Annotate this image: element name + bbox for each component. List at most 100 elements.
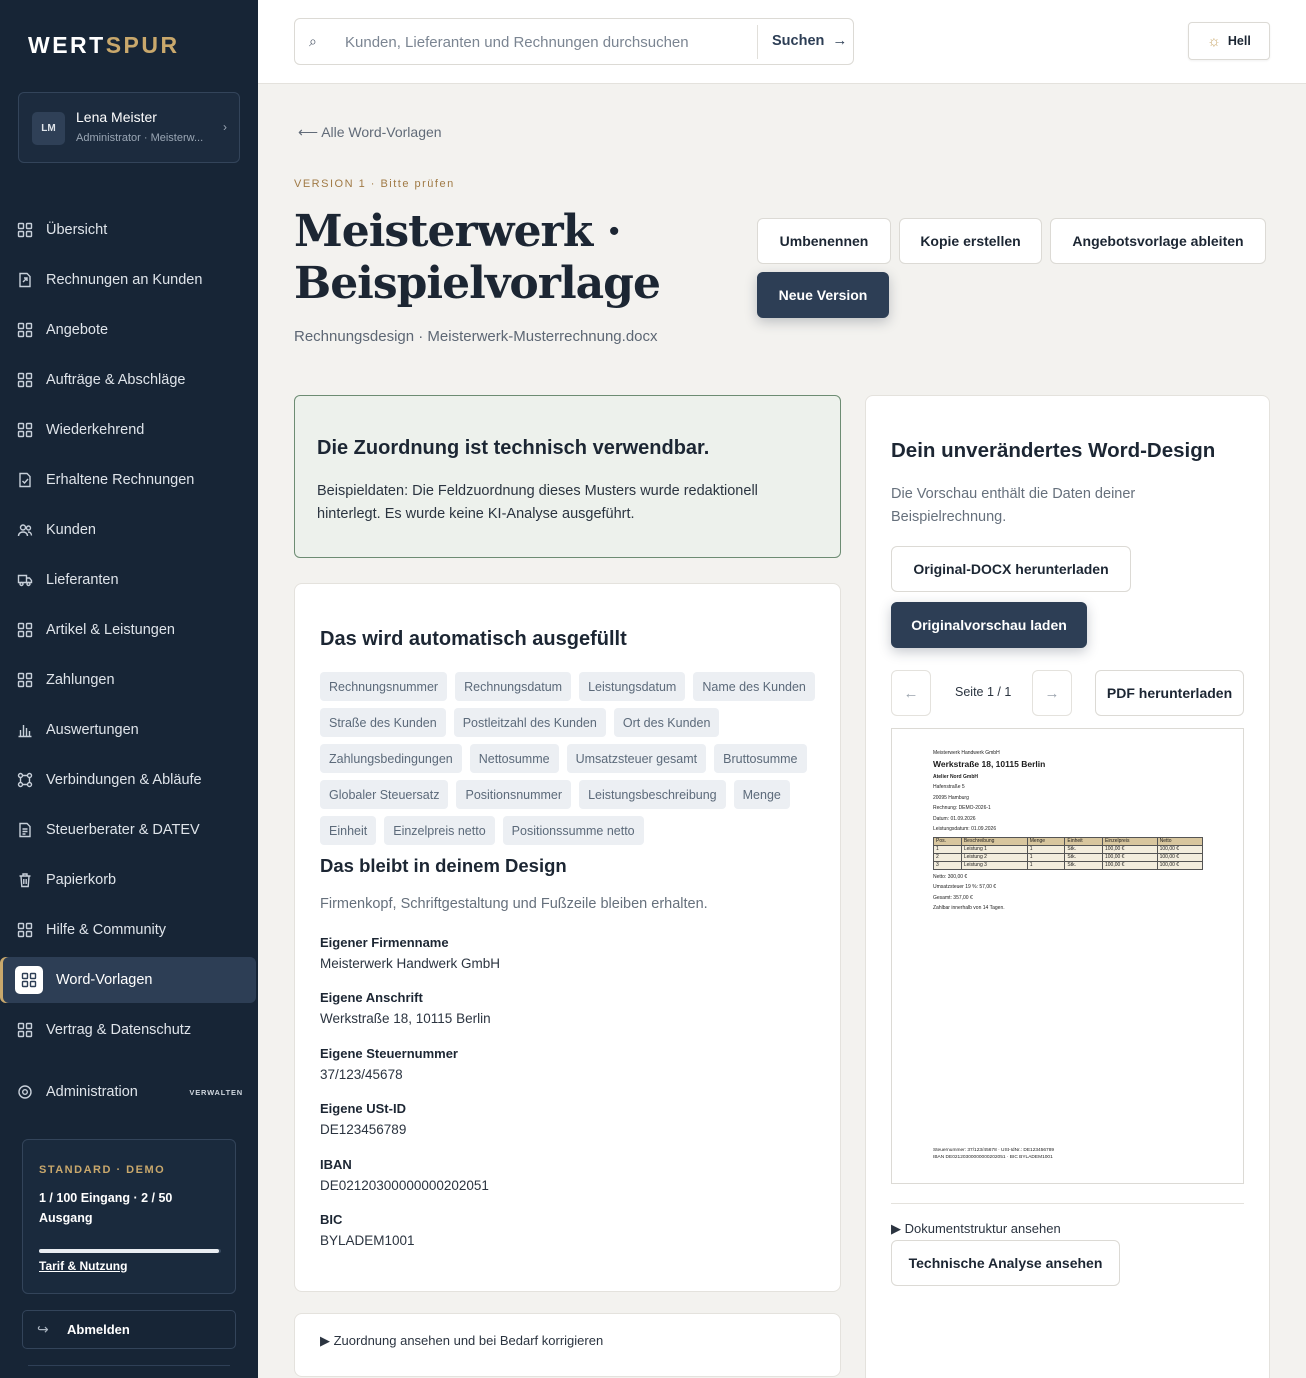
property-label: IBAN xyxy=(320,1157,352,1172)
next-page-button[interactable]: → xyxy=(1032,670,1072,716)
sidebar-item-label: Aufträge & Abschläge xyxy=(46,372,186,388)
field-chip: Nettosumme xyxy=(469,744,559,773)
doc-table-cell: 1 xyxy=(1026,852,1066,862)
notice-title: Die Zuordnung ist technisch verwendbar. xyxy=(317,437,710,459)
preview-title: Dein unverändertes Word-Design xyxy=(891,439,1216,462)
property-label: Eigene Anschrift xyxy=(320,990,423,1005)
sidebar-item-übersicht[interactable]: Übersicht xyxy=(0,210,258,250)
sidebar: WERTSPUR LM Lena Meister Administrator ·… xyxy=(0,0,258,1378)
plan-usage-bar xyxy=(39,1249,221,1253)
doc-recipient: Atelier Nord GmbH xyxy=(933,773,979,780)
plan-title: STANDARD · DEMO xyxy=(39,1164,166,1176)
sidebar-item-wiederkehrend[interactable]: Wiederkehrend xyxy=(0,410,258,450)
sidebar-divider xyxy=(28,1365,230,1366)
doc-table-header: Netto xyxy=(1156,836,1204,846)
sidebar-item-verbindungen-abläufe[interactable]: Verbindungen & Abläufe xyxy=(0,760,258,800)
auto-fill-title: Das wird automatisch ausgefüllt xyxy=(320,628,627,650)
doc-table-cell: 100,00 € xyxy=(1101,844,1158,854)
doc-total: Gesamt: 357,00 € xyxy=(933,894,973,901)
sidebar-item-angebote[interactable]: Angebote xyxy=(0,310,258,350)
field-chip: Postleitzahl des Kunden xyxy=(453,708,606,737)
sidebar-item-label: Administration xyxy=(46,1084,138,1100)
sidebar-item-steuerberater-datev[interactable]: Steuerberater & DATEV xyxy=(0,810,258,850)
technical-analysis-button[interactable]: Technische Analyse ansehen xyxy=(891,1240,1120,1286)
document-preview: Meisterwerk Handwerk GmbH Werkstraße 18,… xyxy=(891,728,1244,1184)
field-chip: Einzelpreis netto xyxy=(384,816,495,845)
sidebar-item-word-vorlagen[interactable]: Word-Vorlagen xyxy=(3,957,256,1003)
doc-table-header: Einheit xyxy=(1064,836,1103,846)
fields-card: Das wird automatisch ausgefüllt Rechnung… xyxy=(294,583,841,1292)
field-chip: Zahlungsbedingungen xyxy=(320,744,462,773)
doc-service-date: Leistungsdatum: 01.09.2026 xyxy=(933,826,997,832)
design-property: Eigener Firmenname Meisterwerk Handwerk G… xyxy=(320,935,500,971)
load-preview-button[interactable]: Originalvorschau laden xyxy=(891,602,1087,648)
download-pdf-button[interactable]: PDF herunterladen xyxy=(1095,670,1244,716)
download-docx-button[interactable]: Original-DOCX herunterladen xyxy=(891,546,1131,592)
grid-icon xyxy=(17,922,33,938)
workflow-icon xyxy=(17,772,33,788)
top-bar: ⌕ Suchen→ ☼Hell xyxy=(258,0,1306,84)
grid-icon xyxy=(17,322,33,338)
grid-icon xyxy=(17,372,33,388)
plan-link[interactable]: Tarif & Nutzung xyxy=(39,1259,127,1273)
new-version-button[interactable]: Neue Version xyxy=(757,272,889,318)
grid-icon xyxy=(17,1022,33,1038)
property-value: BYLADEM1001 xyxy=(320,1233,415,1248)
sidebar-item-administration[interactable]: Administration VERWALTEN xyxy=(0,1072,258,1112)
rename-button[interactable]: Umbenennen xyxy=(757,218,891,264)
sidebar-item-label: Verbindungen & Abläufe xyxy=(46,772,202,788)
property-label: Eigene USt-ID xyxy=(320,1101,406,1116)
copy-button[interactable]: Kopie erstellen xyxy=(899,218,1042,264)
sidebar-item-vertrag-datenschutz[interactable]: Vertrag & Datenschutz xyxy=(0,1010,258,1050)
sidebar-item-label: Rechnungen an Kunden xyxy=(46,272,203,288)
search-button[interactable]: Suchen → xyxy=(772,32,847,49)
doc-terms: Zahlbar innerhalb von 14 Tagen. xyxy=(933,905,1005,911)
doc-table-row: 1 Leistung 1 1 Stk. 100,00 €100,00 € xyxy=(933,844,1204,854)
preview-divider xyxy=(891,1203,1244,1204)
user-menu[interactable]: LM Lena Meister Administrator · Meisterw… xyxy=(18,92,240,163)
doc-vat: Umsatzsteuer 19 %: 57,00 € xyxy=(933,884,997,890)
logout-button[interactable]: ↪ Abmelden xyxy=(22,1310,236,1349)
sidebar-item-papierkorb[interactable]: Papierkorb xyxy=(0,860,258,900)
sidebar-item-hilfe-community[interactable]: Hilfe & Community xyxy=(0,910,258,950)
sidebar-item-zahlungen[interactable]: Zahlungen xyxy=(0,660,258,700)
derive-offer-template-button[interactable]: Angebotsvorlage ableiten xyxy=(1050,218,1266,264)
grid-icon xyxy=(17,622,33,638)
mapping-toggle[interactable]: ▶ Zuordnung ansehen und bei Bedarf korri… xyxy=(294,1313,841,1377)
doc-table-cell: Stk. xyxy=(1064,852,1103,862)
field-chip: Straße des Kunden xyxy=(320,708,446,737)
sidebar-item-auswertungen[interactable]: Auswertungen xyxy=(0,710,258,750)
sidebar-item-label: Papierkorb xyxy=(46,872,117,888)
back-link[interactable]: ⟵ Alle Word-Vorlagen xyxy=(298,124,442,141)
search-input[interactable] xyxy=(345,29,745,55)
sidebar-item-aufträge-abschläge[interactable]: Aufträge & Abschläge xyxy=(0,360,258,400)
doc-table-cell: Leistung 2 xyxy=(960,852,1028,862)
doc-table-row: 3 Leistung 3 1 Stk. 100,00 €100,00 € xyxy=(933,860,1204,870)
logout-label: Abmelden xyxy=(67,1322,130,1337)
sidebar-item-label: Lieferanten xyxy=(46,572,119,588)
doc-company-address: Werkstraße 18, 10115 Berlin xyxy=(933,758,1046,769)
sidebar-item-artikel-leistungen[interactable]: Artikel & Leistungen xyxy=(0,610,258,650)
sidebar-item-kunden[interactable]: Kunden xyxy=(0,510,258,550)
field-chip: Rechnungsnummer xyxy=(320,672,448,701)
grid-icon xyxy=(17,222,33,238)
plan-usage-fill xyxy=(39,1249,220,1253)
sidebar-item-rechnungen-an-kunden[interactable]: Rechnungen an Kunden xyxy=(0,260,258,300)
property-value: Meisterwerk Handwerk GmbH xyxy=(320,956,501,971)
sidebar-item-lieferanten[interactable]: Lieferanten xyxy=(0,560,258,600)
theme-toggle-button[interactable]: ☼ Hell xyxy=(1188,22,1270,60)
mapping-toggle-label: ▶ Zuordnung ansehen und bei Bedarf korri… xyxy=(320,1333,604,1348)
sidebar-item-erhaltene-rechnungen[interactable]: Erhaltene Rechnungen xyxy=(0,460,258,500)
doc-table-header: Einzelpreis xyxy=(1101,836,1158,846)
search-divider xyxy=(757,25,758,59)
invoice-out-icon xyxy=(17,272,33,288)
gear-icon xyxy=(17,1084,33,1100)
previous-page-button[interactable]: ← xyxy=(891,670,931,716)
design-property: IBAN DE02120300000000202051 xyxy=(320,1157,489,1193)
property-value: Werkstraße 18, 10115 Berlin xyxy=(320,1011,491,1026)
sidebar-item-label: Vertrag & Datenschutz xyxy=(46,1022,192,1038)
structure-toggle[interactable]: ▶ Dokumentstruktur ansehen xyxy=(891,1221,1061,1237)
status-notice: Die Zuordnung ist technisch verwendbar. … xyxy=(294,395,841,558)
sidebar-item-label: Zahlungen xyxy=(46,672,115,688)
app-logo[interactable]: WERTSPUR xyxy=(28,32,180,59)
